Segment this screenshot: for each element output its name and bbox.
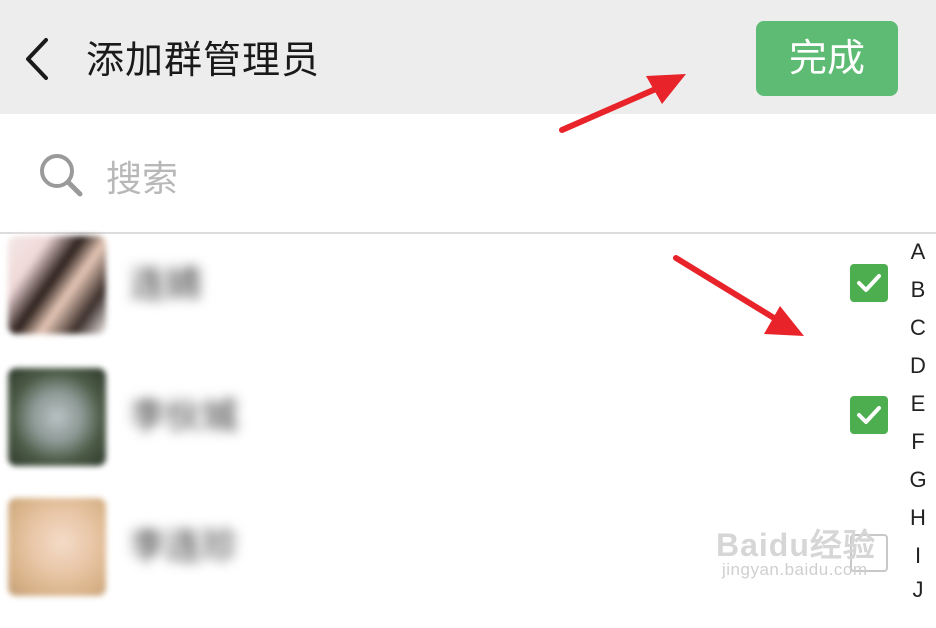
contact-name: 李伙城 [130, 396, 239, 437]
avatar [8, 498, 106, 596]
top-bar: 添加群管理员 完成 [0, 0, 936, 114]
checkbox-checked[interactable] [850, 264, 888, 302]
check-icon [857, 274, 881, 292]
index-letter[interactable]: B [900, 275, 936, 305]
alphabet-index[interactable]: A B C D E F G H I J [900, 236, 936, 606]
checkbox-checked[interactable] [850, 396, 888, 434]
avatar [8, 236, 106, 334]
index-letter[interactable]: E [900, 389, 936, 419]
index-letter[interactable]: F [900, 427, 936, 457]
search-input[interactable] [104, 150, 708, 208]
contact-name: 连婧 [130, 264, 203, 305]
back-button[interactable] [18, 34, 58, 84]
page-title: 添加群管理员 [86, 38, 321, 82]
chevron-left-icon [26, 38, 48, 80]
contact-row[interactable]: 连婧 [0, 236, 900, 366]
index-letter[interactable]: G [900, 465, 936, 495]
index-letter[interactable]: J [900, 575, 936, 605]
watermark-url: jingyan.baidu.com [722, 560, 868, 579]
contact-row[interactable]: 李伙城 [0, 368, 900, 498]
index-letter[interactable]: C [900, 313, 936, 343]
index-letter[interactable]: I [900, 541, 936, 571]
index-letter[interactable]: D [900, 351, 936, 381]
index-letter[interactable]: A [900, 237, 936, 267]
search-icon [40, 154, 83, 197]
done-button[interactable]: 完成 [756, 21, 898, 96]
contact-name: 李连珍 [130, 526, 239, 567]
check-icon [857, 406, 881, 424]
avatar [8, 368, 106, 466]
index-letter[interactable]: H [900, 503, 936, 533]
